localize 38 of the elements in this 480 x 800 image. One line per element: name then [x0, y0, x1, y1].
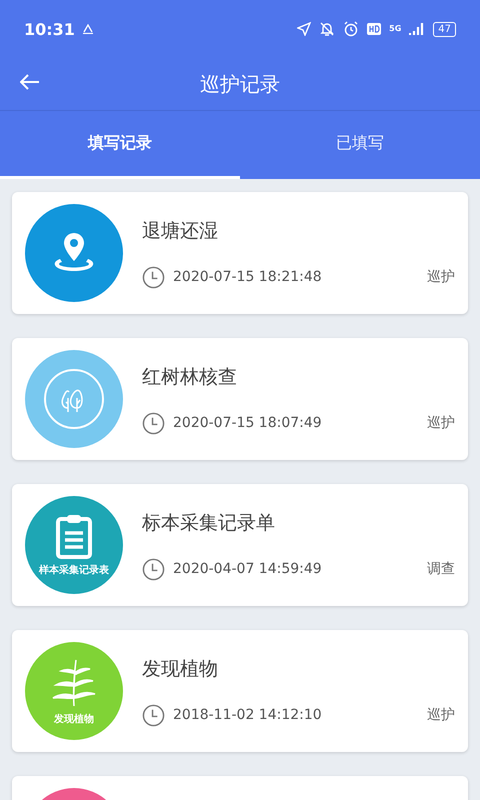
- battery-indicator: 47: [433, 22, 456, 36]
- record-card[interactable]: 发现植物 发现植物 2018-11-02 14:12:10 巡护: [12, 630, 468, 752]
- record-title: 标本采集记录单: [142, 510, 276, 536]
- status-time: 10:31: [24, 20, 75, 38]
- clock-icon: [142, 704, 165, 726]
- clock-icon: [142, 558, 165, 580]
- record-title: 发现植物: [142, 656, 219, 682]
- bell-muted-icon: [319, 21, 336, 37]
- record-time: 2018-11-02 14:12:10: [173, 707, 323, 723]
- tab[interactable]: 填写记录: [0, 111, 240, 179]
- back-button[interactable]: [18, 72, 42, 92]
- record-type: 调查: [427, 560, 455, 578]
- clock-icon: [142, 412, 165, 434]
- font-icon: [82, 24, 93, 34]
- location-arrow-icon: [297, 22, 312, 36]
- record-card[interactable]: 退塘还湿 2020-07-15 18:21:48 巡护: [12, 192, 468, 314]
- record-card[interactable]: 红树林核查 2020-07-15 18:07:49 巡护: [12, 338, 468, 460]
- hd-icon: [367, 23, 382, 35]
- record-type: 巡护: [427, 706, 455, 724]
- alarm-clock-icon: [343, 21, 360, 37]
- record-card[interactable]: 样本采集记录表 标本采集记录单 2020-04-07 14:59:49 调查: [12, 484, 468, 606]
- record-time: 2020-04-07 14:59:49: [173, 561, 323, 577]
- signal-icon: [409, 22, 426, 36]
- record-title: 退塘还湿: [142, 218, 219, 244]
- clock-icon: [142, 266, 165, 288]
- record-type: 巡护: [427, 414, 455, 432]
- badge-caption: 发现植物: [54, 712, 94, 726]
- record-time: 2020-07-15 18:21:48: [173, 269, 323, 285]
- tab[interactable]: 已填写: [240, 111, 480, 179]
- network-label: 5G: [389, 25, 402, 33]
- clipboard-icon: [54, 513, 94, 559]
- back-arrow-icon: [20, 74, 40, 90]
- tree-icon: [43, 368, 105, 430]
- record-type: 巡护: [427, 268, 455, 286]
- page-title: 巡护记录: [200, 70, 280, 98]
- record-title: 红树林核查: [142, 364, 238, 390]
- badge-caption: 样本采集记录表: [39, 564, 109, 577]
- record-time: 2020-07-15 18:07:49: [173, 415, 323, 431]
